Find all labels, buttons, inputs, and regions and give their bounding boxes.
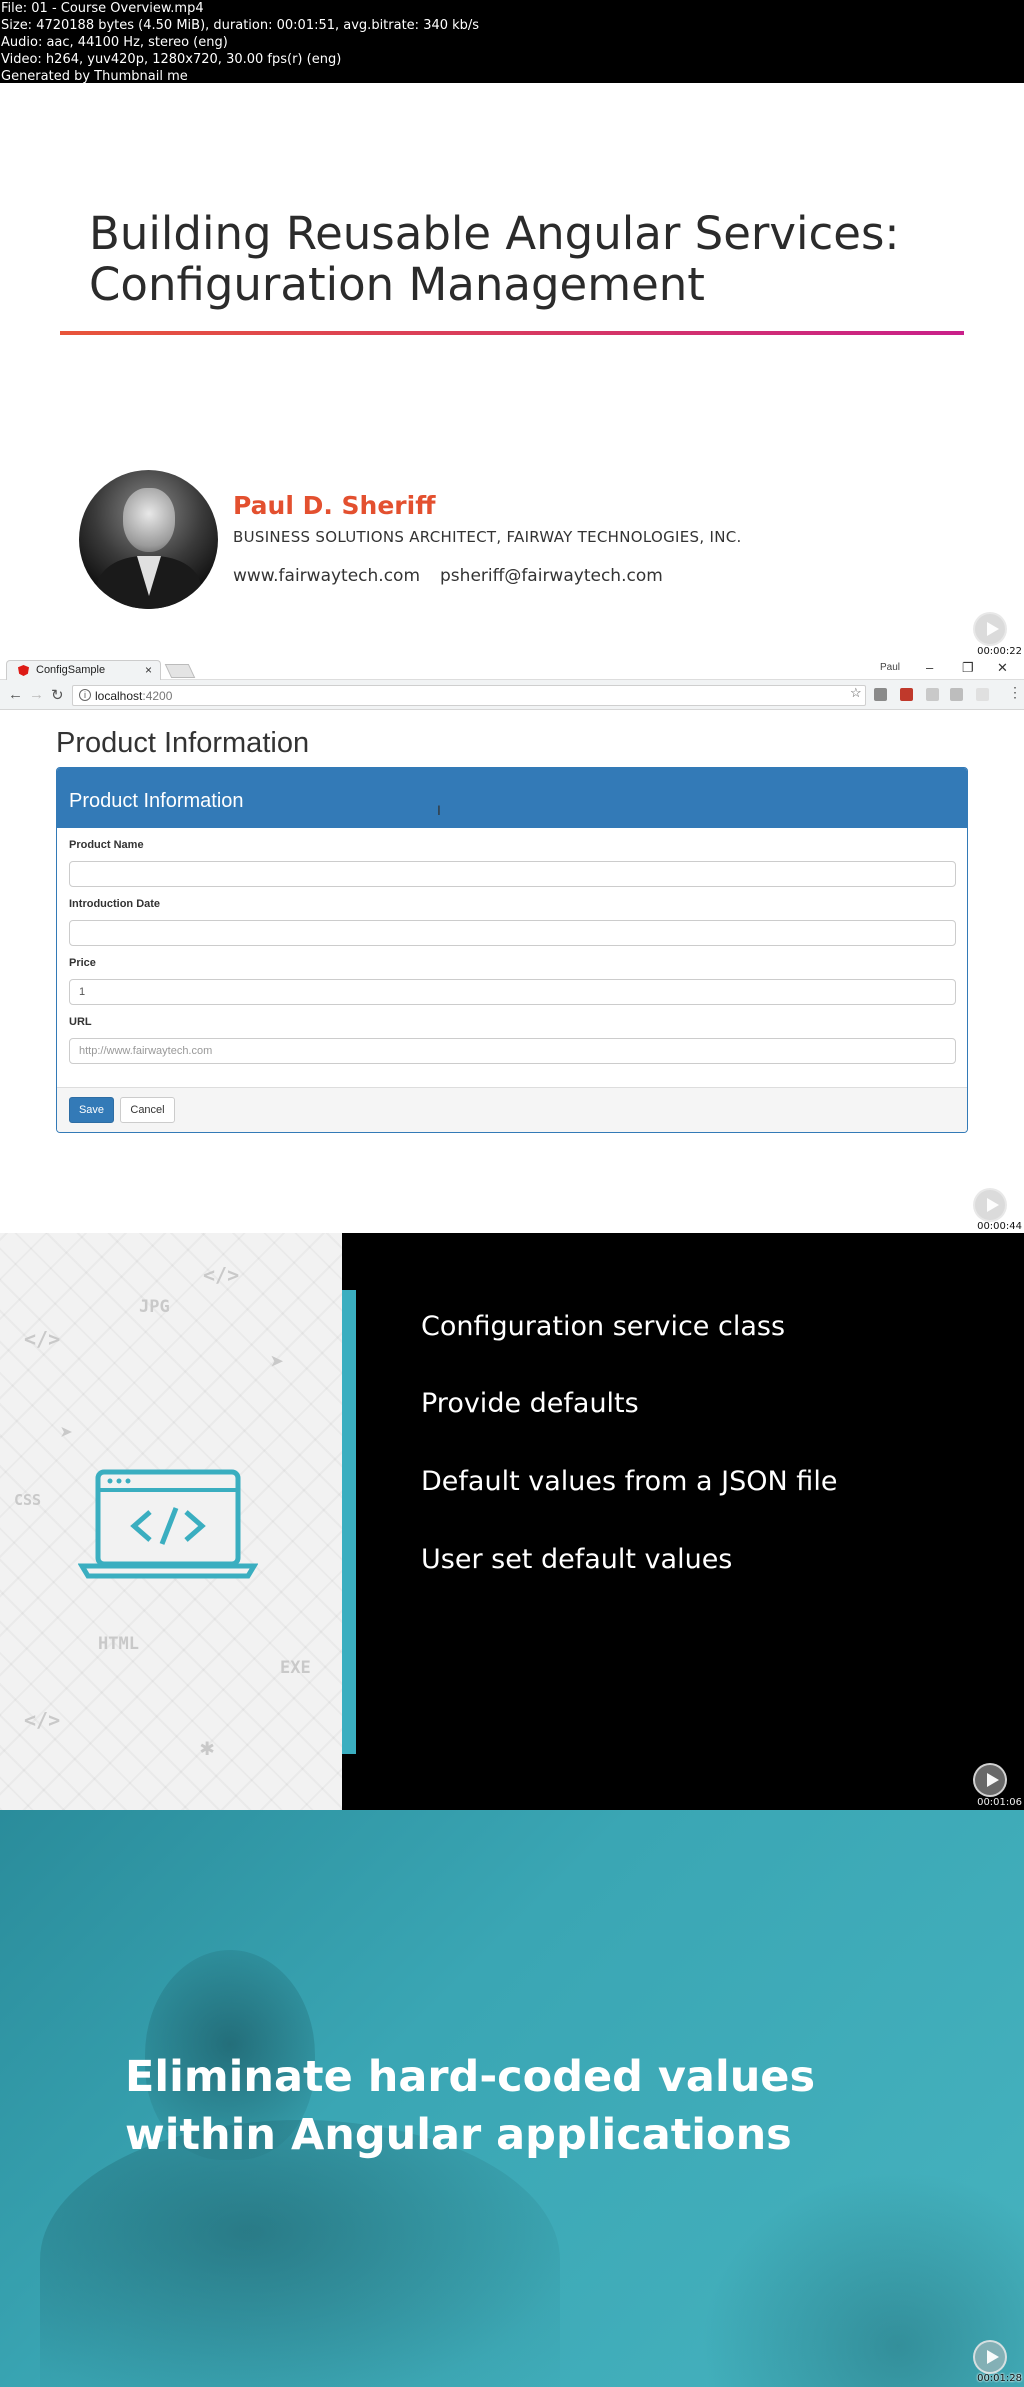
tab-close-icon[interactable]: × bbox=[145, 663, 152, 677]
code-tag-icon: </> bbox=[203, 1263, 240, 1287]
frame-bullets-slide: JPG </> </> CSS HTML EXE </> ➤ ➤ ✱ Confi… bbox=[0, 1233, 1024, 1810]
closing-message: Eliminate hard-coded values within Angul… bbox=[125, 2048, 825, 2164]
frame-closing-slide: Eliminate hard-coded values within Angul… bbox=[0, 1810, 1024, 2387]
product-form-panel: Product Information Product Name Introdu… bbox=[56, 767, 968, 1133]
text-cursor-icon: I bbox=[437, 802, 441, 818]
author-email: psheriff@fairwaytech.com bbox=[440, 566, 663, 586]
closing-message-line-2: within Angular applications bbox=[125, 2110, 792, 2160]
url-port: :4200 bbox=[142, 689, 173, 703]
frame-title-slide: Building Reusable Angular Services: Conf… bbox=[0, 83, 1024, 658]
bookmark-star-icon[interactable]: ☆ bbox=[850, 685, 862, 701]
css-file-icon: CSS bbox=[14, 1491, 42, 1509]
frame-timestamp: 00:00:22 bbox=[977, 646, 1022, 657]
author-role: BUSINESS SOLUTIONS ARCHITECT, FAIRWAY TE… bbox=[233, 528, 742, 546]
panel-footer: Save Cancel bbox=[57, 1087, 967, 1132]
bullet-item: Default values from a JSON file bbox=[421, 1466, 838, 1497]
browser-toolbar: ← → ↻ i localhost:4200 ☆ ⋮ bbox=[0, 680, 1024, 710]
extension-icon[interactable] bbox=[926, 688, 939, 701]
course-title-line-2: Configuration Management bbox=[89, 258, 705, 311]
author-website: www.fairwaytech.com bbox=[233, 566, 421, 586]
pdf-extension-icon[interactable] bbox=[900, 688, 913, 701]
meta-audio-line: Audio: aac, 44100 Hz, stereo (eng) bbox=[1, 35, 228, 50]
title-divider bbox=[60, 331, 964, 335]
exe-file-icon: EXE bbox=[280, 1658, 311, 1678]
address-bar[interactable]: i localhost:4200 bbox=[72, 685, 866, 706]
minimize-icon[interactable]: – bbox=[926, 660, 933, 675]
play-icon[interactable] bbox=[973, 1188, 1007, 1222]
author-name: Paul D. Sheriff bbox=[233, 491, 436, 520]
html-file-icon: HTML bbox=[98, 1634, 139, 1654]
code-tag-icon: </> bbox=[24, 1708, 61, 1732]
frame-timestamp: 00:01:06 bbox=[977, 1797, 1022, 1808]
course-title-line-1: Building Reusable Angular Services: bbox=[89, 207, 900, 260]
bullet-item: Configuration service class bbox=[421, 1311, 786, 1342]
play-icon[interactable] bbox=[973, 1763, 1007, 1797]
profile-button[interactable]: Paul bbox=[880, 662, 900, 673]
page-title: Product Information bbox=[56, 727, 310, 759]
accent-stripe bbox=[342, 1290, 356, 1754]
product-name-label: Product Name bbox=[69, 839, 144, 851]
author-photo bbox=[79, 470, 218, 609]
video-metadata-header: File: 01 - Course Overview.mp4 Size: 472… bbox=[0, 0, 1024, 84]
course-title: Building Reusable Angular Services: Conf… bbox=[89, 208, 989, 310]
browser-tab[interactable]: ConfigSample × bbox=[6, 660, 161, 680]
code-tag-icon: </> bbox=[24, 1327, 61, 1351]
extension-icon[interactable] bbox=[976, 688, 989, 701]
cancel-button[interactable]: Cancel bbox=[120, 1097, 175, 1123]
extension-icon[interactable] bbox=[874, 688, 887, 701]
browser-tab-bar: ConfigSample × Paul – ❐ ✕ bbox=[0, 658, 1024, 680]
url-input[interactable]: http://www.fairwaytech.com bbox=[69, 1038, 956, 1064]
url-label: URL bbox=[69, 1016, 92, 1028]
bullet-item: Provide defaults bbox=[421, 1388, 639, 1419]
closing-message-line-1: Eliminate hard-coded values bbox=[125, 2052, 816, 2102]
tech-icon-pattern: JPG </> </> CSS HTML EXE </> ➤ ➤ ✱ bbox=[0, 1233, 342, 1810]
url-host: localhost bbox=[95, 689, 143, 703]
browser-tab-title: ConfigSample bbox=[36, 664, 106, 676]
introduction-date-input[interactable] bbox=[69, 920, 956, 946]
browser-menu-icon[interactable]: ⋮ bbox=[1008, 685, 1022, 699]
cursor-arrow-icon: ➤ bbox=[60, 1421, 74, 1446]
reload-icon[interactable]: ↻ bbox=[51, 686, 64, 704]
cursor-arrow-icon: ➤ bbox=[270, 1348, 285, 1376]
author-contacts: www.fairwaytech.com psheriff@fairwaytech.… bbox=[233, 566, 663, 586]
frame-browser-app: ConfigSample × Paul – ❐ ✕ ← → ↻ i localh… bbox=[0, 658, 1024, 1233]
price-input[interactable]: 1 bbox=[69, 979, 956, 1005]
restore-icon[interactable]: ❐ bbox=[962, 660, 974, 676]
frame-timestamp: 00:01:28 bbox=[977, 2373, 1022, 2384]
laptop-code-icon bbox=[78, 1469, 258, 1579]
window-close-icon[interactable]: ✕ bbox=[997, 660, 1008, 676]
play-icon[interactable] bbox=[973, 612, 1007, 646]
panel-heading: Product Information bbox=[57, 768, 967, 828]
introduction-date-label: Introduction Date bbox=[69, 898, 161, 910]
new-tab-button[interactable] bbox=[164, 664, 196, 678]
back-icon[interactable]: ← bbox=[8, 686, 23, 703]
meta-video-line: Video: h264, yuv420p, 1280x720, 30.00 fp… bbox=[1, 52, 342, 67]
site-info-icon[interactable]: i bbox=[79, 689, 91, 701]
forward-icon[interactable]: → bbox=[29, 686, 44, 703]
frame-timestamp: 00:00:44 bbox=[977, 1221, 1022, 1232]
bug-icon: ✱ bbox=[200, 1733, 215, 1761]
save-button[interactable]: Save bbox=[69, 1097, 114, 1123]
bullet-item: User set default values bbox=[421, 1544, 733, 1575]
meta-file-line: File: 01 - Course Overview.mp4 bbox=[1, 1, 204, 16]
author-photo-head bbox=[123, 488, 175, 552]
extension-icon[interactable] bbox=[950, 688, 963, 701]
price-label: Price bbox=[69, 957, 96, 969]
meta-size-line: Size: 4720188 bytes (4.50 MiB), duration… bbox=[1, 18, 480, 33]
play-icon[interactable] bbox=[973, 2340, 1007, 2374]
jpg-file-icon: JPG bbox=[139, 1297, 170, 1317]
product-name-input[interactable] bbox=[69, 861, 956, 887]
angular-favicon-icon bbox=[18, 665, 29, 676]
